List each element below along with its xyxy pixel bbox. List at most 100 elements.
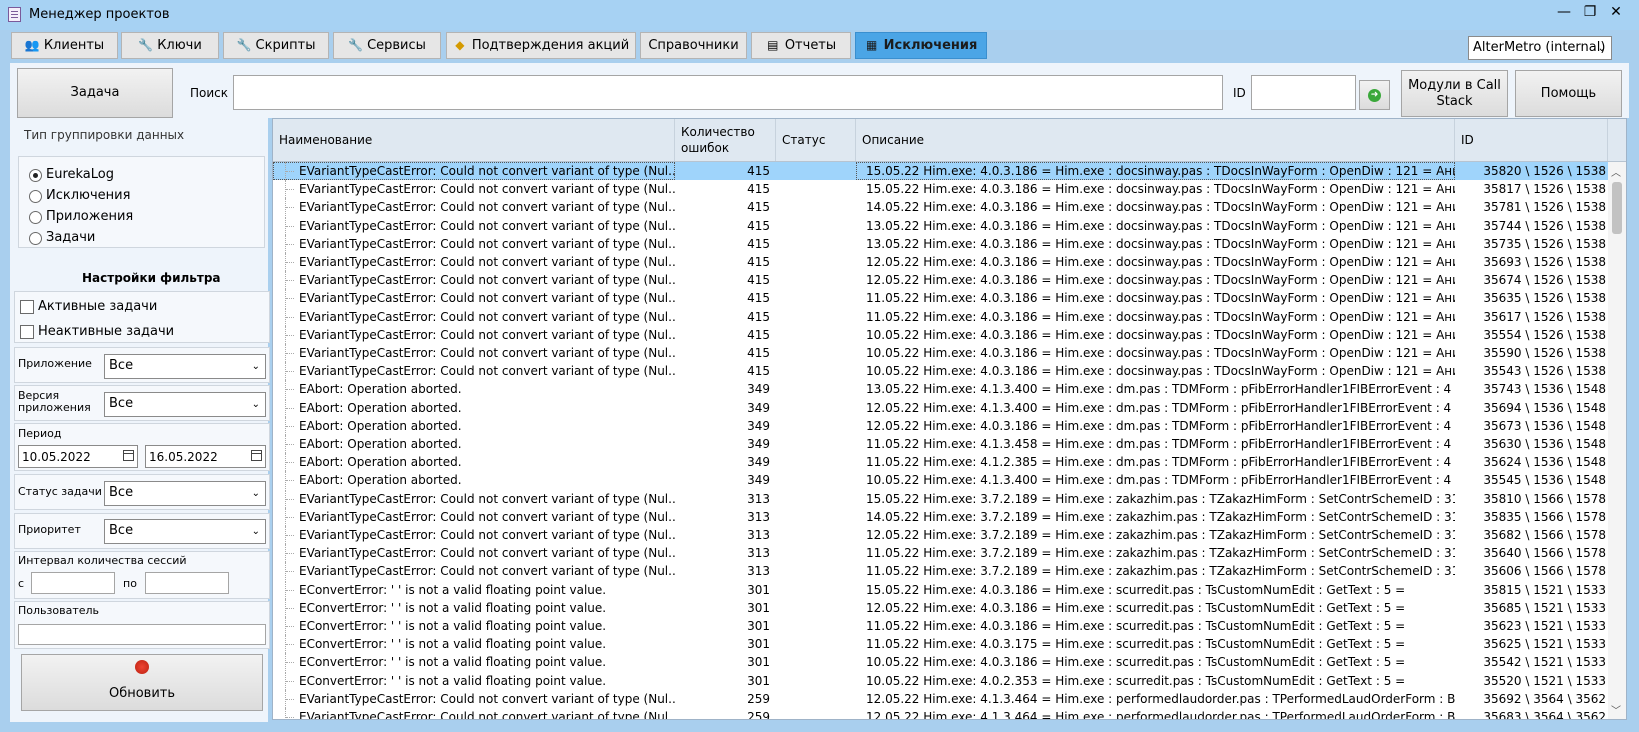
column-id[interactable]: ID (1455, 119, 1608, 161)
table-row[interactable]: EVariantTypeCastError: Could not convert… (273, 344, 1608, 362)
date-from-field[interactable]: 10.05.2022 (18, 445, 138, 468)
cell-id: 35625 \ 1521 \ 1533 (1483, 637, 1606, 652)
task-button[interactable]: Задача (17, 68, 173, 118)
table-row[interactable]: EConvertError: ' ' is not a valid floati… (273, 580, 1608, 599)
cell-id: 35624 \ 1536 \ 1548 (1483, 455, 1606, 470)
tab-scripts[interactable]: 🔧 Скрипты (223, 32, 329, 59)
close-button[interactable]: ✕ (1603, 2, 1629, 24)
table-row[interactable]: EVariantTypeCastError: Could not convert… (273, 489, 1608, 508)
app-select[interactable]: Все ⌄ (104, 354, 266, 379)
table-row[interactable]: EConvertError: ' ' is not a valid floati… (273, 617, 1608, 635)
table-row[interactable]: EVariantTypeCastError: Could not convert… (273, 271, 1608, 290)
table-row[interactable]: EConvertError: ' ' is not a valid floati… (273, 653, 1608, 672)
cell-id: 35630 \ 1536 \ 1548 (1483, 437, 1606, 451)
table-row[interactable]: EConvertError: ' ' is not a valid floati… (273, 671, 1608, 690)
cell-status (776, 217, 856, 235)
table-row[interactable]: EAbort: Operation aborted. 349 13.05.22 Hi… (273, 380, 1608, 399)
tab-keys[interactable]: 🔧 Ключи (121, 32, 219, 59)
id-input[interactable] (1251, 75, 1356, 110)
tab-exceptions[interactable]: ▦ Исключения (855, 32, 987, 59)
table-row[interactable]: EVariantTypeCastError: Could not convert… (273, 253, 1608, 271)
calendar-icon[interactable] (123, 450, 134, 461)
cell-status (776, 326, 856, 344)
table-row[interactable]: EAbort: Operation aborted. 349 12.05.22 Hi… (273, 416, 1608, 435)
table-row[interactable]: EVariantTypeCastError: Could not convert… (273, 526, 1608, 544)
table-row[interactable]: EVariantTypeCastError: Could not convert… (273, 362, 1608, 381)
table-row[interactable]: EAbort: Operation aborted. 349 10.05.22 Hi… (273, 471, 1608, 490)
user-label: Пользователь (18, 604, 100, 617)
help-button[interactable]: Помощь (1515, 70, 1622, 117)
cell-status (776, 526, 856, 544)
table-row[interactable]: EVariantTypeCastError: Could not convert… (273, 325, 1608, 344)
table-row[interactable]: EVariantTypeCastError: Could not convert… (273, 216, 1608, 235)
cell-error-count: 415 (747, 200, 770, 215)
user-input[interactable] (18, 624, 266, 645)
cell-status (776, 435, 856, 453)
cell-description: 12.05.22 Him.exe: 4.1.3.464 = Him.exe : … (866, 710, 1455, 720)
vertical-scrollbar[interactable]: ︿ ﹀ (1608, 162, 1626, 719)
table-row[interactable]: EAbort: Operation aborted. 349 12.05.22 Hi… (273, 398, 1608, 417)
go-button[interactable]: ➜ (1359, 80, 1390, 110)
column-description[interactable]: Описание (856, 119, 1455, 161)
column-status[interactable]: Статус (776, 119, 856, 161)
table-row[interactable]: EVariantTypeCastError: Could not convert… (273, 234, 1608, 253)
version-select[interactable]: Все ⌄ (104, 392, 266, 417)
cell-id: 35815 \ 1521 \ 1533 (1483, 582, 1606, 597)
server-select[interactable]: AlterMetro (internal) ⌄ (1468, 36, 1612, 60)
cell-status (776, 271, 856, 289)
table-row[interactable]: EVariantTypeCastError: Could not convert… (273, 562, 1608, 581)
table-row[interactable]: EVariantTypeCastError: Could not convert… (273, 307, 1608, 326)
table-row[interactable]: EVariantTypeCastError: Could not convert… (273, 689, 1608, 708)
search-input[interactable] (233, 75, 1223, 110)
cell-name: EAbort: Operation aborted. (299, 418, 462, 433)
table-row[interactable]: EAbort: Operation aborted. 349 11.05.22 Hi… (273, 435, 1608, 453)
maximize-button[interactable]: ❐ (1577, 2, 1603, 24)
table-row[interactable]: EVariantTypeCastError: Could not convert… (273, 507, 1608, 526)
modules-call-stack-button[interactable]: Модули в Call Stack (1401, 70, 1508, 117)
scroll-down-icon[interactable]: ﹀ (1611, 702, 1621, 717)
table-row[interactable]: EConvertError: ' ' is not a valid floati… (273, 635, 1608, 654)
table-row[interactable]: EVariantTypeCastError: Could not convert… (273, 708, 1608, 720)
period-label: Период (18, 427, 62, 440)
grid-header: Наименование Количество ошибок Статус Оп… (273, 119, 1626, 162)
sessions-to-label: по (123, 577, 137, 590)
column-name[interactable]: Наименование (273, 119, 675, 161)
tab-clients[interactable]: 👥 Клиенты (11, 32, 118, 59)
date-to-field[interactable]: 16.05.2022 (145, 445, 266, 468)
priority-select[interactable]: Все ⌄ (104, 519, 266, 544)
cell-description: 11.05.22 Him.exe: 3.7.2.189 = Him.exe : … (866, 546, 1455, 561)
tab-services[interactable]: 🔧 Сервисы (333, 32, 441, 59)
cell-description: 11.05.22 Him.exe: 4.1.3.458 = Him.exe : … (866, 437, 1455, 451)
table-row[interactable]: EAbort: Operation aborted. 349 11.05.22 Hi… (273, 453, 1608, 472)
cell-name: EConvertError: ' ' is not a valid floati… (299, 600, 607, 615)
tab-references[interactable]: Справочники (640, 32, 747, 59)
tab-reports[interactable]: ▤ Отчеты (751, 32, 851, 59)
cell-error-count: 313 (747, 491, 770, 506)
cell-description: 12.05.22 Him.exe: 4.0.3.186 = Him.exe : … (866, 273, 1455, 288)
calendar-icon[interactable] (251, 450, 262, 461)
cell-id: 35682 \ 1566 \ 1578 (1483, 528, 1606, 542)
cell-id: 35674 \ 1526 \ 1538 (1483, 273, 1606, 288)
cell-error-count: 349 (747, 400, 770, 415)
cell-description: 11.05.22 Him.exe: 4.1.2.385 = Him.exe : … (866, 455, 1455, 470)
table-row[interactable]: EVariantTypeCastError: Could not convert… (273, 289, 1608, 308)
scroll-thumb[interactable] (1612, 182, 1622, 234)
table-row[interactable]: EVariantTypeCastError: Could not convert… (273, 162, 1608, 180)
cell-error-count: 415 (747, 218, 770, 233)
refresh-button[interactable]: Обновить (21, 654, 263, 711)
scroll-up-icon[interactable]: ︿ (1611, 164, 1621, 179)
status-select[interactable]: Все ⌄ (104, 481, 266, 506)
tab-promotions[interactable]: ◆ Подтверждения акций (446, 32, 636, 59)
app-label: Приложение (18, 357, 92, 370)
sessions-from-input[interactable] (31, 572, 115, 594)
table-row[interactable]: EVariantTypeCastError: Could not convert… (273, 198, 1608, 217)
table-row[interactable]: EVariantTypeCastError: Could not convert… (273, 544, 1608, 563)
minimize-button[interactable]: — (1551, 2, 1577, 24)
table-row[interactable]: EVariantTypeCastError: Could not convert… (273, 180, 1608, 199)
cell-status (776, 344, 856, 362)
sessions-to-input[interactable] (145, 572, 229, 594)
table-row[interactable]: EConvertError: ' ' is not a valid floati… (273, 598, 1608, 617)
column-error-count[interactable]: Количество ошибок (675, 119, 776, 161)
cell-error-count: 313 (747, 509, 770, 524)
table-icon: ▦ (865, 38, 878, 52)
